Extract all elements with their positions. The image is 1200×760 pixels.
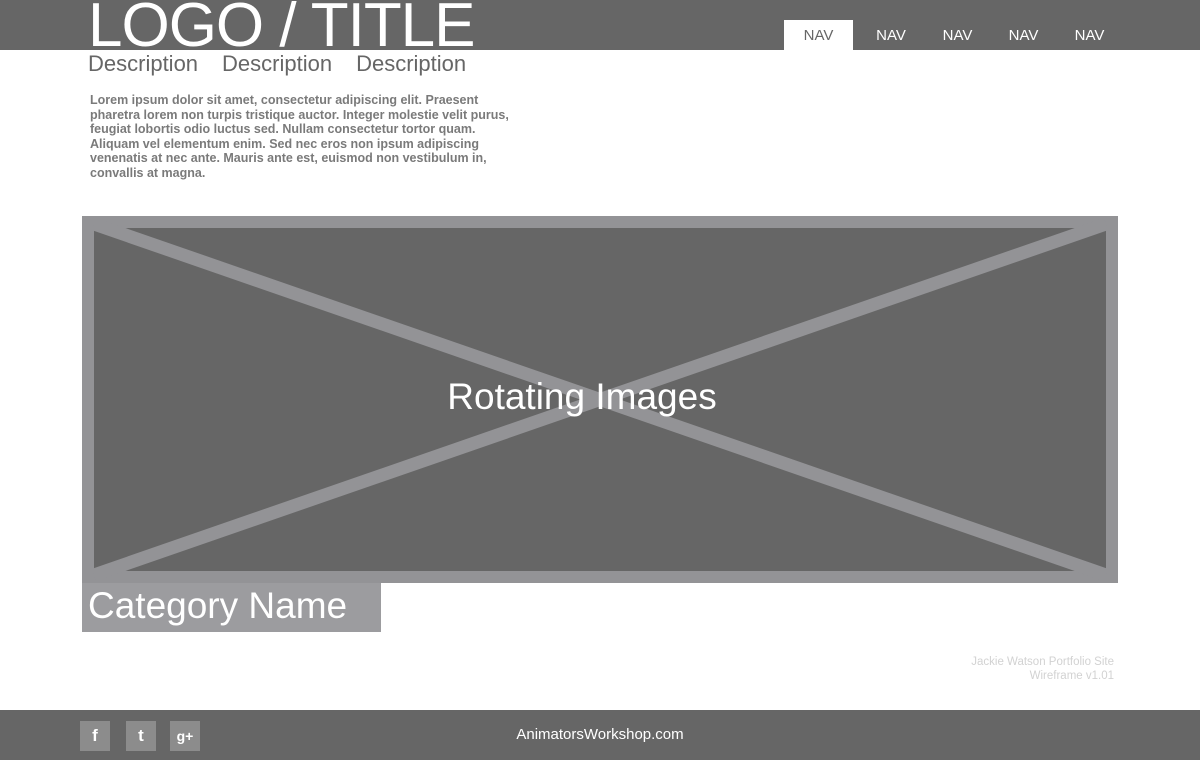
description-row: Description Description Description (88, 51, 466, 77)
category-name[interactable]: Category Name (82, 583, 381, 632)
nav-item-3[interactable]: NAV (929, 20, 986, 50)
nav-item-2[interactable]: NAV (853, 20, 929, 50)
wireframe-credits: Jackie Watson Portfolio Site Wireframe v… (880, 655, 1114, 683)
nav-item-1[interactable]: NAV (784, 20, 853, 50)
footer-site-link[interactable]: AnimatorsWorkshop.com (0, 726, 1200, 743)
credits-line-1: Jackie Watson Portfolio Site (971, 656, 1114, 668)
description-1: Description (88, 51, 199, 76)
main-nav: NAV NAV NAV NAV NAV (784, 20, 1118, 50)
carousel-label: Rotating Images (447, 376, 717, 417)
description-3: Description (356, 51, 467, 76)
intro-paragraph: Lorem ipsum dolor sit amet, consectetur … (90, 93, 509, 180)
rotating-images-carousel[interactable]: Rotating Images (82, 216, 1118, 583)
description-2: Description (222, 51, 333, 76)
nav-item-5[interactable]: NAV (1061, 20, 1118, 50)
credits-line-2: Wireframe v1.01 (1029, 670, 1114, 682)
nav-item-4[interactable]: NAV (986, 20, 1061, 50)
footer-bar: f t g+ AnimatorsWorkshop.com (0, 710, 1200, 760)
